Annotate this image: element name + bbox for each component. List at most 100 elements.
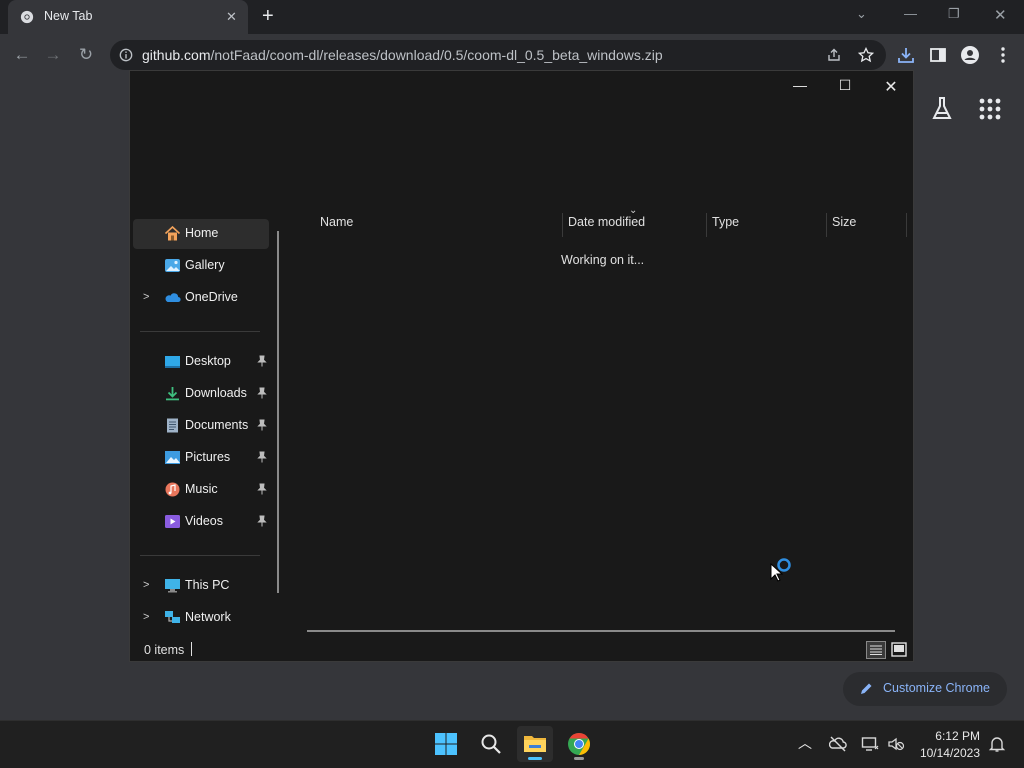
profile-icon[interactable]	[960, 45, 980, 65]
column-header-name[interactable]: Name	[320, 215, 353, 229]
google-apps-icon[interactable]	[979, 98, 1001, 120]
items-count: 0 items	[144, 643, 185, 657]
details-view-button[interactable]	[866, 641, 886, 659]
status-bar: 0 items	[130, 633, 913, 661]
info-icon[interactable]	[119, 48, 133, 62]
chrome-taskbar-button[interactable]	[561, 726, 597, 762]
column-header-type[interactable]: Type	[712, 215, 739, 229]
pin-icon[interactable]	[257, 483, 267, 495]
details-view-icon	[870, 645, 882, 655]
column-divider[interactable]	[906, 213, 907, 237]
search-button[interactable]	[473, 726, 509, 762]
close-window-icon[interactable]: ✕	[994, 6, 1007, 24]
nav-label-documents: Documents	[185, 418, 249, 432]
pin-icon[interactable]	[257, 355, 267, 367]
chrome-icon	[20, 10, 34, 24]
nav-divider	[140, 331, 260, 332]
nav-label-gallery: Gallery	[185, 258, 225, 272]
start-button[interactable]	[428, 726, 464, 762]
nav-item-downloads[interactable]: Downloads	[133, 379, 269, 409]
column-divider[interactable]	[706, 213, 707, 237]
url-host: github.com	[142, 47, 211, 63]
tab-title: New Tab	[44, 9, 93, 23]
pin-icon[interactable]	[257, 419, 267, 431]
downloads-icon[interactable]	[896, 45, 916, 65]
column-divider[interactable]	[826, 213, 827, 237]
pictures-icon	[165, 451, 180, 464]
onedrive-offline-icon[interactable]	[829, 735, 847, 753]
customize-chrome-button[interactable]: Customize Chrome	[843, 672, 1007, 706]
dialog-maximize-icon[interactable]: ☐	[833, 77, 857, 95]
dialog-minimize-icon[interactable]: —	[788, 77, 812, 95]
tab-new-tab[interactable]: New Tab ✕	[8, 0, 248, 34]
file-dialog: — ☐ ✕ Home Gallery > OneDrive Desktop Do…	[129, 70, 914, 662]
nav-item-this-pc[interactable]: > This PC	[133, 571, 269, 601]
nav-item-gallery[interactable]: Gallery	[133, 251, 269, 281]
large-icons-view-button[interactable]	[890, 641, 908, 659]
restore-icon[interactable]: ❐	[948, 6, 960, 22]
search-icon	[481, 734, 501, 754]
sort-chevron-icon: ⌄	[629, 205, 638, 216]
clock-time[interactable]: 6:12 PM	[920, 729, 980, 743]
taskbar: ︿ 6:12 PM 10/14/2023	[0, 720, 1024, 768]
loading-message: Working on it...	[561, 253, 645, 267]
nav-pane-scrollbar[interactable]	[277, 231, 279, 593]
pin-icon[interactable]	[257, 515, 267, 527]
forward-button[interactable]: →	[42, 44, 64, 66]
horizontal-scrollbar[interactable]	[307, 630, 895, 632]
pc-icon	[165, 579, 180, 593]
volume-muted-icon[interactable]	[887, 735, 905, 753]
expand-chevron-icon[interactable]: >	[143, 611, 149, 623]
file-explorer-taskbar-button[interactable]	[517, 726, 553, 762]
nav-item-pictures[interactable]: Pictures	[133, 443, 269, 473]
menu-kebab-icon[interactable]	[993, 45, 1013, 65]
new-tab-button[interactable]: +	[262, 6, 274, 26]
nav-item-documents[interactable]: Documents	[133, 411, 269, 441]
dialog-close-icon[interactable]: ✕	[879, 77, 903, 96]
running-app-indicator	[574, 757, 584, 760]
notification-bell-icon[interactable]	[988, 735, 1006, 753]
nav-item-desktop[interactable]: Desktop	[133, 347, 269, 377]
nav-item-network[interactable]: > Network	[133, 603, 269, 633]
minimize-icon[interactable]: —	[904, 6, 917, 21]
column-divider[interactable]	[562, 213, 563, 237]
nav-item-videos[interactable]: Videos	[133, 507, 269, 537]
url-path: /notFaad/coom-dl/releases/download/0.5/c…	[210, 47, 663, 63]
pin-icon[interactable]	[257, 387, 267, 399]
pin-icon[interactable]	[257, 451, 267, 463]
clock-date[interactable]: 10/14/2023	[910, 746, 980, 760]
labs-flask-icon[interactable]	[930, 96, 954, 122]
expand-chevron-icon[interactable]: >	[143, 291, 149, 303]
nav-label-this-pc: This PC	[185, 578, 230, 592]
reload-button[interactable]: ↻	[75, 44, 97, 66]
videos-icon	[165, 515, 180, 528]
nav-label-home: Home	[185, 226, 219, 240]
navigation-pane: Home Gallery > OneDrive Desktop Download…	[130, 219, 290, 633]
share-icon[interactable]	[826, 47, 842, 63]
column-header-size[interactable]: Size	[832, 215, 856, 229]
back-button[interactable]: ←	[11, 44, 33, 66]
nav-item-home[interactable]: Home	[133, 219, 269, 249]
tab-strip: New Tab ✕ + ⌄ — ❐ ✕	[0, 0, 1024, 34]
active-app-indicator	[528, 757, 542, 760]
url-text: github.com/notFaad/coom-dl/releases/down…	[142, 47, 663, 63]
show-hidden-icons-chevron-icon[interactable]: ︿	[798, 733, 812, 753]
tab-search-icon[interactable]: ⌄	[856, 6, 867, 22]
nav-label-videos: Videos	[185, 514, 223, 528]
nav-label-desktop: Desktop	[185, 354, 231, 368]
network-status-icon[interactable]	[861, 735, 879, 753]
desktop-icon	[165, 356, 180, 368]
pencil-icon	[861, 683, 872, 694]
tab-close-icon[interactable]: ✕	[226, 9, 237, 25]
expand-chevron-icon[interactable]: >	[143, 579, 149, 591]
windows-logo-icon	[435, 733, 457, 755]
column-header-date-modified[interactable]: Date modified	[568, 215, 645, 229]
nav-item-music[interactable]: Music	[133, 475, 269, 505]
address-bar[interactable]: github.com/notFaad/coom-dl/releases/down…	[110, 40, 886, 70]
status-divider	[191, 642, 192, 656]
side-panel-icon[interactable]	[928, 45, 948, 65]
nav-item-onedrive[interactable]: > OneDrive	[133, 283, 269, 313]
network-icon	[165, 611, 180, 623]
bookmark-star-icon[interactable]	[858, 47, 874, 63]
nav-label-onedrive: OneDrive	[185, 290, 238, 304]
